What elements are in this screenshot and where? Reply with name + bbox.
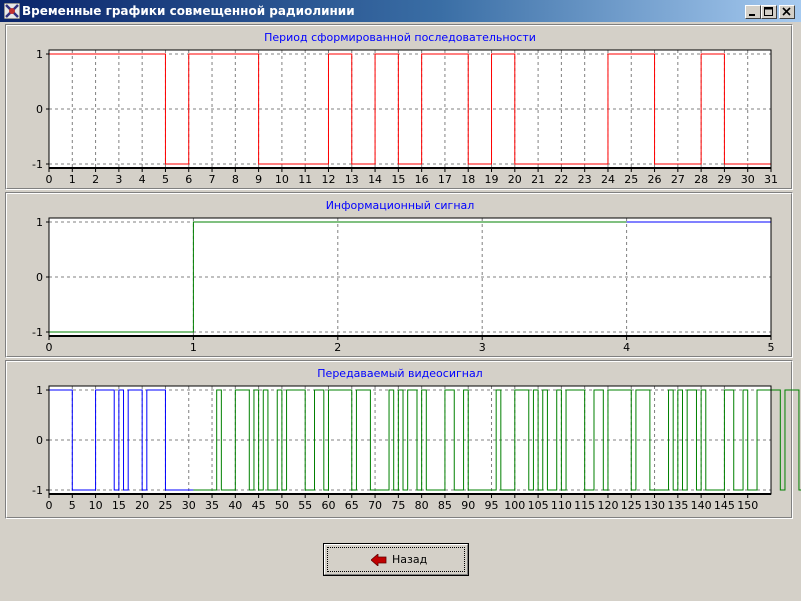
sequence-x-tick-label: 9	[255, 173, 262, 186]
minimize-icon	[749, 14, 755, 16]
video-x-tick-label: 90	[461, 499, 475, 512]
main-window: Временные графики совмещенной радиолинии…	[0, 0, 801, 601]
sequence-chart-panel: Период сформированной последовательности…	[5, 24, 793, 190]
app-icon	[4, 3, 20, 19]
sequence-x-tick-label: 29	[717, 173, 731, 186]
info-y-tick-label: -1	[32, 326, 43, 339]
info-x-tick-label: 0	[46, 341, 53, 354]
info-x-tick-label: 2	[334, 341, 341, 354]
sequence-x-tick-label: 30	[741, 173, 755, 186]
sequence-x-tick-label: 15	[391, 173, 405, 186]
sequence-chart: 0 1 2 3 4 5 6 7 8 9 10 11 12 13 14 15 16 17 18 19 20 21 22 23 24…	[32, 48, 778, 186]
video-x-tick-label: 25	[158, 499, 172, 512]
video-x-tick-label: 65	[345, 499, 359, 512]
sequence-x-tick-label: 11	[298, 173, 312, 186]
sequence-x-tick-label: 14	[368, 173, 382, 186]
video-x-tick-label: 75	[391, 499, 405, 512]
info-y-tick-label: 1	[36, 216, 43, 229]
video-x-tick-label: 110	[551, 499, 572, 512]
arrow-left-icon	[371, 554, 387, 566]
sequence-y-tick-label: 0	[36, 103, 43, 116]
info-chart-panel: Информационный сигнал 0 1 2 3 4 5 -1 0 1	[5, 192, 793, 358]
video-y-tick-label: -1	[32, 484, 43, 497]
sequence-x-tick-label: 28	[694, 173, 708, 186]
sequence-x-tick-label: 31	[764, 173, 778, 186]
sequence-x-tick-label: 17	[438, 173, 452, 186]
video-x-tick-label: 45	[252, 499, 266, 512]
video-x-tick-label: 105	[528, 499, 549, 512]
sequence-x-tick-label: 8	[232, 173, 239, 186]
sequence-x-tick-label: 19	[485, 173, 499, 186]
title-bar[interactable]: Временные графики совмещенной радиолинии	[0, 0, 801, 22]
maximize-icon	[764, 7, 773, 16]
info-x-tick-label: 1	[190, 341, 197, 354]
video-x-tick-label: 60	[321, 499, 335, 512]
close-icon	[782, 7, 791, 16]
sequence-x-tick-label: 2	[92, 173, 99, 186]
video-x-tick-label: 10	[89, 499, 103, 512]
sequence-x-tick-label: 25	[624, 173, 638, 186]
sequence-x-tick-label: 24	[601, 173, 615, 186]
info-y-tick-label: 0	[36, 271, 43, 284]
sequence-x-tick-label: 22	[554, 173, 568, 186]
info-x-tick-label: 4	[623, 341, 630, 354]
sequence-x-tick-label: 10	[275, 173, 289, 186]
minimize-button[interactable]	[745, 5, 761, 19]
sequence-x-tick-label: 1	[69, 173, 76, 186]
sequence-x-tick-label: 0	[46, 173, 53, 186]
video-x-tick-label: 130	[644, 499, 665, 512]
video-x-tick-label: 80	[415, 499, 429, 512]
video-x-tick-label: 85	[438, 499, 452, 512]
window-title: Временные графики совмещенной радиолинии	[22, 4, 355, 18]
maximize-button[interactable]	[761, 5, 777, 19]
back-button[interactable]: Назад	[323, 543, 469, 576]
video-chart: 0 5 10 15 20 25 30 35 40 45 50 55 60 65 70 75 80 85 90 95 10…	[32, 384, 801, 512]
video-x-tick-label: 135	[667, 499, 688, 512]
sequence-x-tick-label: 16	[415, 173, 429, 186]
video-x-tick-label: 20	[135, 499, 149, 512]
info-x-tick-label: 3	[479, 341, 486, 354]
info-x-tick-label: 5	[768, 341, 775, 354]
video-x-tick-label: 120	[597, 499, 618, 512]
sequence-x-tick-label: 26	[648, 173, 662, 186]
video-x-tick-label: 55	[298, 499, 312, 512]
close-button[interactable]	[779, 5, 795, 19]
video-x-tick-label: 140	[691, 499, 712, 512]
sequence-x-tick-label: 21	[531, 173, 545, 186]
video-x-tick-label: 30	[182, 499, 196, 512]
sequence-y-tick-label: 1	[36, 48, 43, 61]
video-y-tick-label: 1	[36, 384, 43, 397]
sequence-y-tick-label: -1	[32, 158, 43, 171]
video-x-tick-label: 0	[46, 499, 53, 512]
sequence-x-tick-label: 6	[185, 173, 192, 186]
sequence-x-tick-label: 4	[139, 173, 146, 186]
video-x-tick-label: 50	[275, 499, 289, 512]
sequence-x-tick-label: 27	[671, 173, 685, 186]
sequence-x-tick-label: 20	[508, 173, 522, 186]
sequence-x-tick-label: 18	[461, 173, 475, 186]
sequence-x-tick-label: 23	[578, 173, 592, 186]
video-chart-panel: Передаваемый видеосигнал 0 5 10 15 20 25 30 35 4…	[5, 360, 801, 519]
video-x-tick-label: 100	[504, 499, 525, 512]
sequence-x-tick-label: 13	[345, 173, 359, 186]
back-button-label: Назад	[392, 553, 428, 566]
sequence-x-tick-label: 12	[321, 173, 335, 186]
info-chart: 0 1 2 3 4 5-101	[32, 216, 775, 354]
video-x-tick-label: 95	[485, 499, 499, 512]
video-x-tick-label: 70	[368, 499, 382, 512]
sequence-x-tick-label: 7	[209, 173, 216, 186]
video-x-tick-label: 15	[112, 499, 126, 512]
video-x-tick-label: 35	[205, 499, 219, 512]
video-x-tick-label: 150	[737, 499, 758, 512]
sequence-x-tick-label: 3	[115, 173, 122, 186]
sequence-x-tick-label: 5	[162, 173, 169, 186]
video-y-tick-label: 0	[36, 434, 43, 447]
video-x-tick-label: 145	[714, 499, 735, 512]
video-x-tick-label: 40	[228, 499, 242, 512]
video-x-tick-label: 5	[69, 499, 76, 512]
video-x-tick-label: 115	[574, 499, 595, 512]
video-x-tick-label: 125	[621, 499, 642, 512]
